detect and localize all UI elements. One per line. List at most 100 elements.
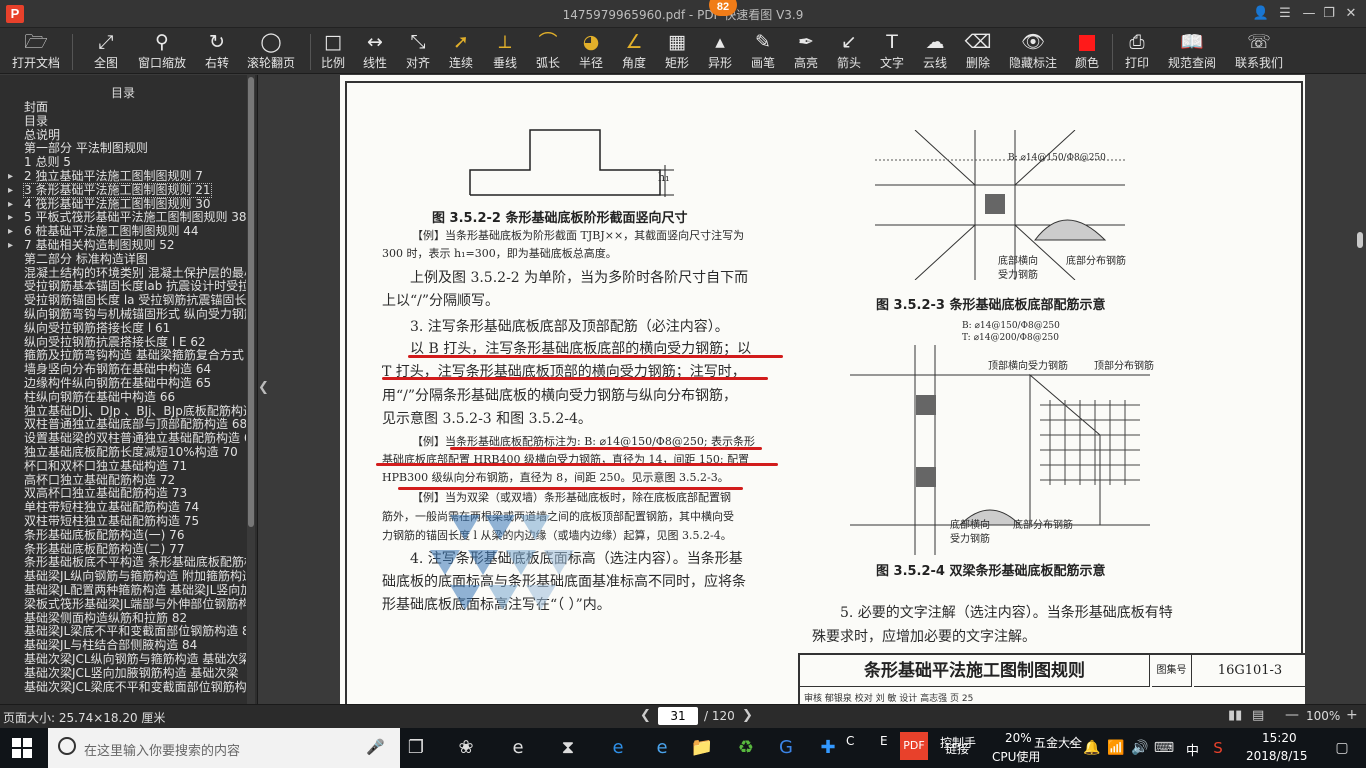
arrow-button[interactable]: ↙ 箭头	[834, 30, 864, 72]
expand-arrow-icon[interactable]: ▸	[8, 225, 13, 238]
expand-arrow-icon[interactable]: ▸	[8, 211, 13, 224]
expand-arrow-icon[interactable]: ▸	[8, 239, 13, 252]
ime-indicator[interactable]: 中	[1186, 740, 1199, 759]
zoom-out-icon[interactable]: —	[1285, 707, 1299, 723]
continuous-measure-icon: ➚	[453, 31, 469, 53]
expand-arrow-icon[interactable]: ▸	[8, 170, 13, 183]
radius-button[interactable]: ◕ 半径	[576, 30, 606, 72]
arc-length-button[interactable]: ⌒ 弧长	[533, 30, 563, 72]
zoom-in-icon[interactable]: +	[1346, 707, 1358, 723]
pen-button[interactable]: ✎ 画笔	[748, 30, 778, 72]
file-explorer-icon[interactable]: 📁	[690, 736, 714, 760]
example2-line3: HPB300 级纵向分布钢筋，直径为 8，间距 250。见示意图 3.5.2-3…	[382, 471, 729, 484]
fig1-label: h₁	[658, 171, 670, 184]
keyboard-icon[interactable]: ⌨	[1152, 736, 1176, 760]
document-scrollbar[interactable]	[1354, 75, 1366, 704]
link-label[interactable]: 链接	[945, 740, 969, 757]
sogou-icon[interactable]: S	[1206, 736, 1230, 760]
toc-item-label: 边缘构件纵向钢筋在基础中构造 65	[24, 376, 212, 390]
menu-icon[interactable]: ☰	[1274, 4, 1296, 24]
cpu-percent: 20%	[1005, 731, 1032, 745]
window-zoom-button[interactable]: ⚲ 窗口缩放	[136, 30, 188, 72]
scale-button[interactable]: □ 比例	[318, 30, 348, 72]
aligned-button[interactable]: ⤡ 对齐	[403, 30, 433, 72]
page-number-input[interactable]: 31	[658, 707, 698, 725]
ie-icon[interactable]: e	[506, 736, 530, 760]
full-view-button[interactable]: ⤢ 全图	[86, 30, 126, 72]
action-center-icon[interactable]: ▢	[1330, 736, 1354, 760]
toc-item-label: 受拉钢筋锚固长度 la 受拉钢筋抗震锚固长度	[24, 293, 246, 308]
atlas-number: 16G101-3	[1194, 655, 1305, 687]
standards-button[interactable]: 📖 规范查阅	[1164, 30, 1220, 72]
text-button[interactable]: T 文字	[877, 30, 907, 72]
fig3-label-2: T: ⌀14@200/Φ8@250	[962, 333, 1059, 343]
highlight-button[interactable]: ✒ 高亮	[791, 30, 821, 72]
minimize-button[interactable]: —	[1298, 4, 1320, 24]
wheel-page-button[interactable]: ◯ 滚轮翻页	[244, 30, 298, 72]
task-view-icon[interactable]: ❐	[404, 736, 428, 760]
cloud-icon: ☁	[925, 31, 945, 53]
title-block-name: 条形基础平法施工图制图规则	[800, 655, 1150, 687]
prev-page-icon[interactable]: ❮	[640, 708, 651, 723]
edge-icon[interactable]: e	[606, 736, 630, 760]
pdf-viewer-taskbar-icon[interactable]: PDF	[900, 732, 928, 760]
volume-icon[interactable]: 🔊	[1128, 736, 1152, 760]
angle-icon: ∠	[625, 31, 643, 53]
next-page-icon[interactable]: ❯	[742, 708, 753, 723]
color-button[interactable]: 颜色	[1072, 30, 1102, 72]
red-underline	[408, 355, 783, 358]
hide-markup-icon: 👁	[1020, 31, 1046, 53]
cloud-button[interactable]: ☁ 云线	[920, 30, 950, 72]
status-bar: 页面大小: 25.74×18.20 厘米 ❮ 31 / 120 ❯ ▮▮ ▤ —…	[0, 704, 1366, 728]
rotate-right-button[interactable]: ↻ 右转	[198, 30, 236, 72]
document-viewport[interactable]: h₁ 图 3.5.2-2 条形基础底板阶形截面竖向尺寸 【例】当条形基础底板为阶…	[268, 75, 1354, 704]
clock-date: 2018/8/15	[1246, 749, 1308, 763]
g-app-icon[interactable]: G	[774, 736, 798, 760]
swirl-app-icon[interactable]: ⧗	[556, 736, 580, 760]
delete-button[interactable]: ⌫ 删除	[963, 30, 993, 72]
green-app-icon[interactable]: ♻	[734, 736, 758, 760]
collapse-sidebar-icon[interactable]: ❮	[258, 380, 269, 400]
print-button[interactable]: ⎙ 打印	[1122, 30, 1152, 72]
toc-item-label: 独立基础底板配筋长度减短10%构造 70	[24, 445, 238, 459]
windows-start-icon[interactable]	[12, 738, 32, 758]
toc-item-label: 基础次梁JCL梁底不平和变截面部位钢筋构造	[24, 679, 246, 694]
atlas-number-label: 图集号	[1152, 655, 1192, 687]
notification-bell-icon[interactable]: 🔔	[1080, 736, 1104, 760]
title-bar: P 1475979965960.pdf - PDF 快速看图 V3.9 82 👤…	[0, 0, 1366, 28]
microphone-icon[interactable]: 🎤	[366, 738, 385, 756]
toc-item-label: 独立基础DJj、DJp 、BJj、BJp底板配筋构造	[24, 403, 246, 418]
document-scrollbar-thumb[interactable]	[1357, 232, 1363, 248]
perpendicular-button[interactable]: ⟂ 垂线	[490, 30, 520, 72]
ie-blue-icon[interactable]: e	[650, 736, 674, 760]
fan-app-icon[interactable]: ❀	[454, 736, 478, 760]
rectangle-button[interactable]: ▦ 矩形	[662, 30, 692, 72]
linear-measure-icon: ↔	[367, 31, 383, 53]
open-document-button[interactable]: 🗁 打开文档	[8, 30, 64, 72]
plus-app-icon[interactable]: ✚	[816, 736, 840, 760]
expand-arrow-icon[interactable]: ▸	[8, 198, 13, 211]
toc-item-label: 封面	[24, 101, 49, 114]
close-button[interactable]: ✕	[1340, 4, 1362, 24]
linear-button[interactable]: ↔ 线性	[360, 30, 390, 72]
notification-badge[interactable]: 82	[709, 0, 737, 16]
text-icon: T	[886, 31, 898, 53]
single-page-view-icon[interactable]: ▤	[1252, 708, 1264, 723]
maximize-button[interactable]: ❐	[1318, 4, 1340, 24]
polygon-button[interactable]: ▴ 异形	[705, 30, 735, 72]
toc-item-label: 纵向受拉钢筋抗震搭接长度 l E 62	[24, 334, 206, 349]
angle-button[interactable]: ∠ 角度	[619, 30, 649, 72]
fig2-rebar-label: B: ⌀14@150/Φ8@250	[1008, 153, 1106, 163]
expand-arrow-icon[interactable]: ▸	[8, 184, 13, 197]
toc-scrollbar-thumb[interactable]	[248, 77, 254, 527]
total-pages: / 120	[704, 709, 735, 723]
toc-item-label: 双柱普通独立基础底部与顶部配筋构造 68	[24, 417, 246, 432]
user-icon[interactable]: 👤	[1250, 4, 1272, 24]
fig3-label-a: 顶部横向受力钢筋	[988, 361, 1068, 372]
network-icon[interactable]: 📶	[1104, 736, 1128, 760]
taskbar-search-box[interactable]: 在这里输入你要搜索的内容 🎤	[48, 728, 400, 768]
hide-markup-button[interactable]: 👁 隐藏标注	[1006, 30, 1060, 72]
continuous-button[interactable]: ➚ 连续	[446, 30, 476, 72]
contact-button[interactable]: ☏ 联系我们	[1232, 30, 1286, 72]
two-page-view-icon[interactable]: ▮▮	[1228, 708, 1242, 723]
